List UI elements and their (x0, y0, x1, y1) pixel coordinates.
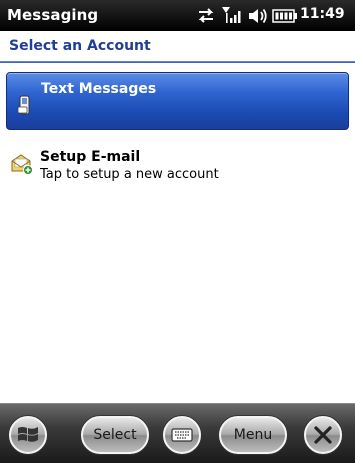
page-header: Select an Account (0, 31, 355, 62)
account-subtitle: Tap to setup a new account (40, 167, 219, 182)
setup-email-icon (11, 154, 33, 175)
account-list: Text Messages Setup E-mail Tap to setup … (0, 63, 355, 403)
text-message-icon (17, 95, 30, 115)
select-button[interactable]: Select (81, 416, 149, 454)
battery-icon[interactable] (272, 9, 298, 23)
keyboard-icon (171, 428, 193, 442)
account-label: Text Messages (41, 81, 157, 97)
data-transfer-icon[interactable] (196, 7, 216, 25)
windows-start-icon (18, 427, 38, 442)
close-button[interactable] (304, 416, 342, 454)
menu-button[interactable]: Menu (219, 416, 287, 454)
account-item-text-messages[interactable]: Text Messages (6, 72, 349, 130)
bottom-toolbar: Select Menu (0, 403, 355, 463)
start-button[interactable] (9, 416, 47, 454)
clock[interactable]: 11:49 (300, 6, 345, 22)
keyboard-button[interactable] (163, 416, 201, 454)
page-title: Select an Account (9, 38, 151, 54)
account-item-setup-email[interactable]: Setup E-mail Tap to setup a new account (6, 143, 347, 191)
close-icon (314, 426, 332, 444)
volume-icon[interactable] (247, 6, 269, 26)
account-label: Setup E-mail (40, 149, 141, 165)
status-bar: Messaging 11:49 (0, 0, 355, 31)
signal-icon[interactable] (221, 4, 243, 26)
